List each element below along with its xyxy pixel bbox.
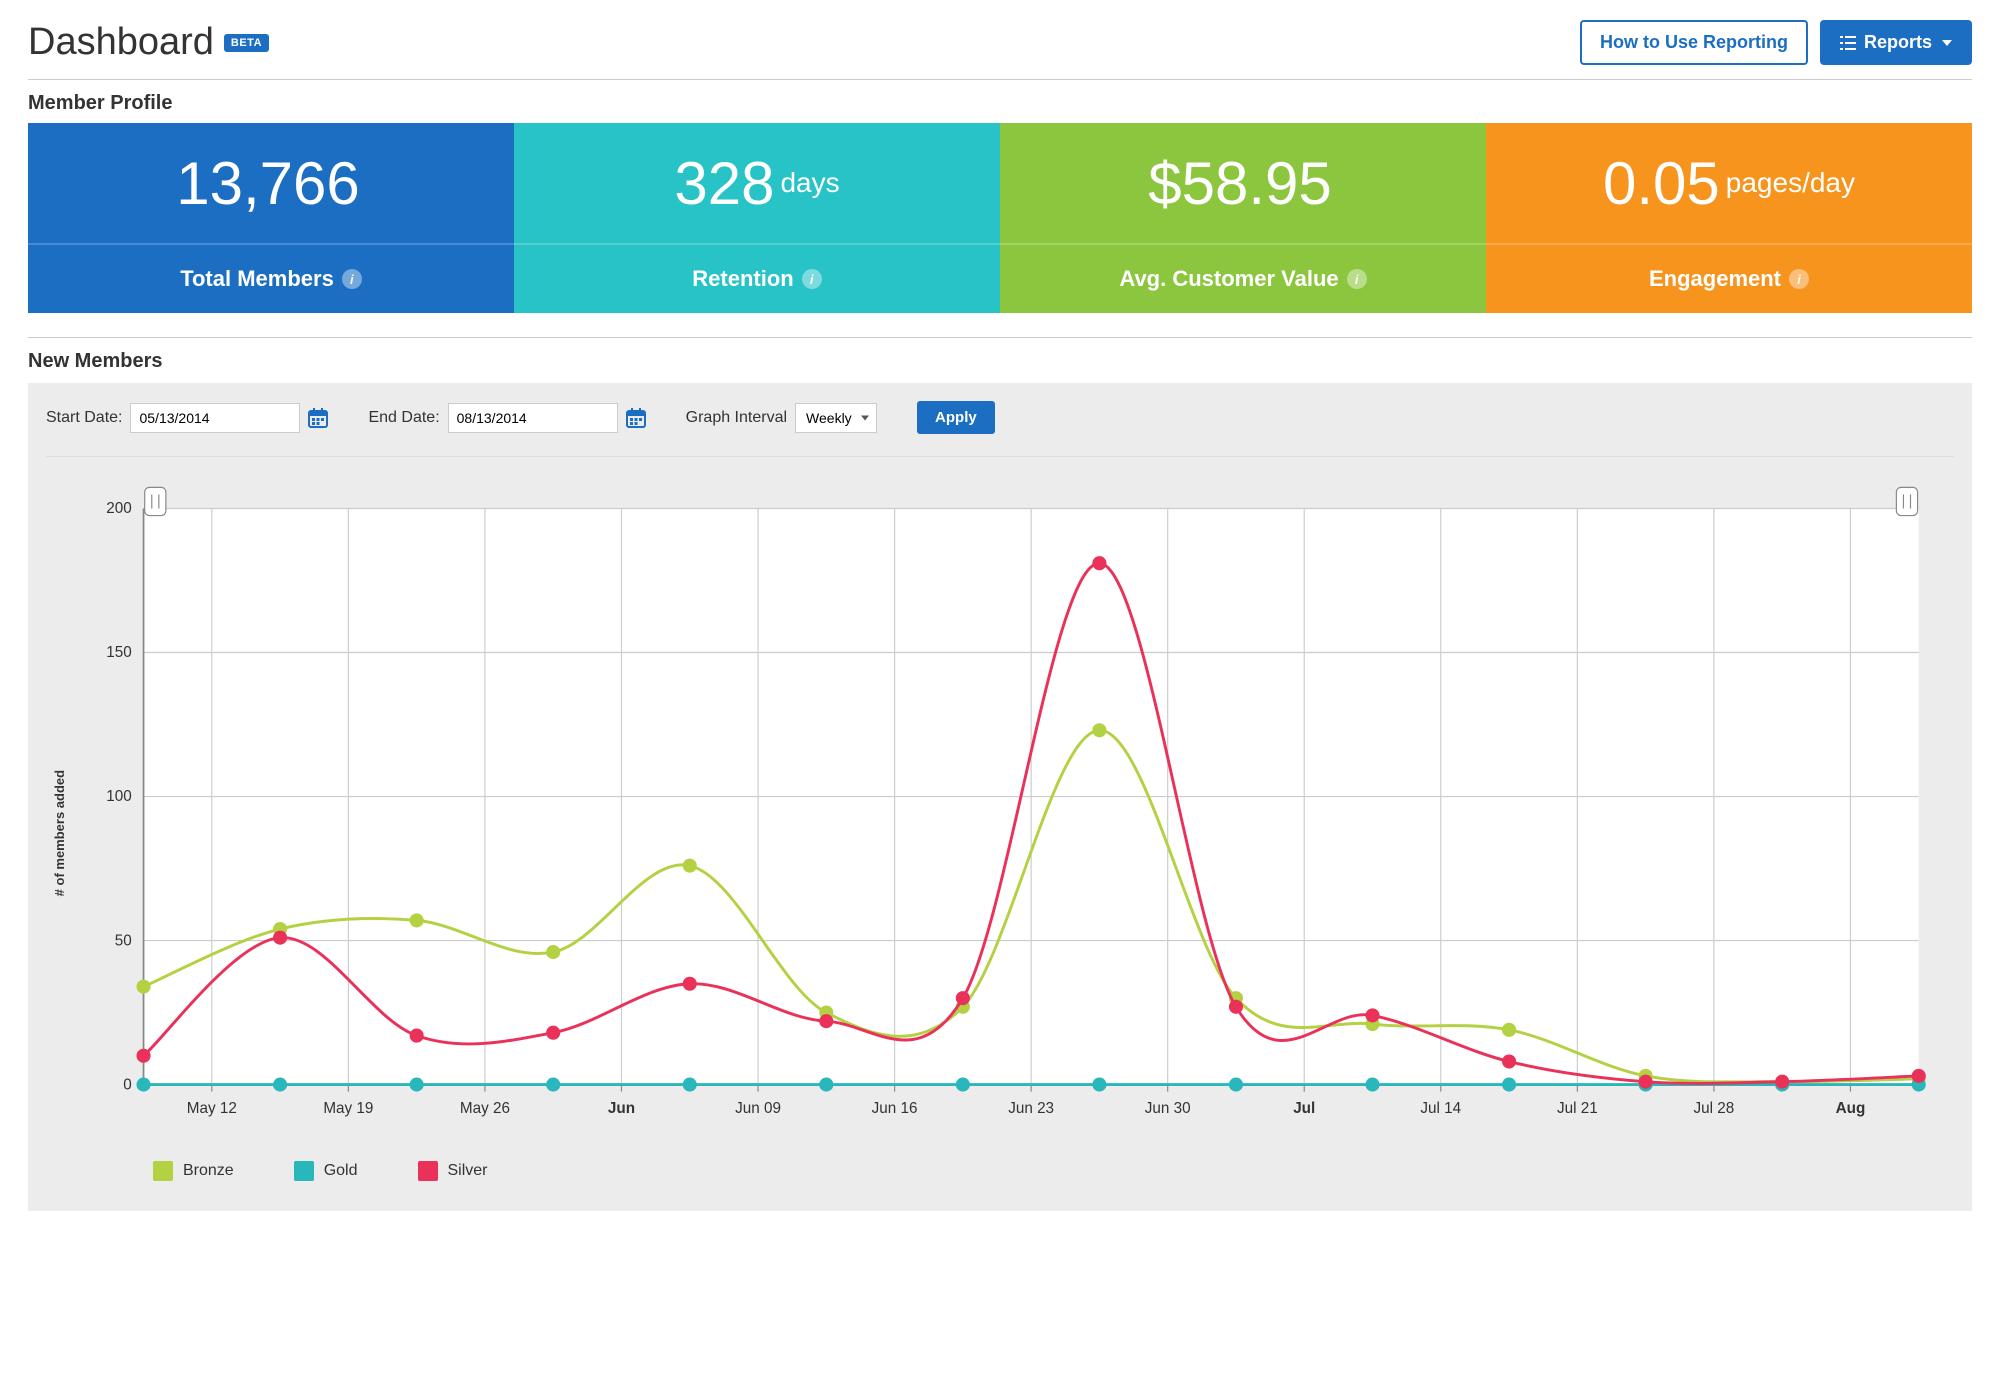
legend-label: Bronze — [183, 1162, 234, 1180]
svg-text:May 26: May 26 — [460, 1100, 510, 1117]
filter-panel: Start Date: End Date: Graph Interval Wee… — [28, 383, 1972, 1211]
start-date-group: Start Date: — [46, 403, 328, 433]
tile-label: Avg. Customer Value — [1119, 266, 1338, 292]
svg-text:0: 0 — [123, 1076, 131, 1093]
chart-area: 0 50 100 150 200 May 12 May 19 May 26 Jun Jun 09 J… — [73, 485, 1954, 1181]
tile-label: Total Members — [180, 266, 334, 292]
info-icon[interactable]: i — [1789, 269, 1809, 289]
graph-interval-label: Graph Interval — [686, 409, 787, 427]
tile-label-row: Engagement i — [1486, 243, 1972, 313]
tile-value: $58.95 — [1000, 123, 1486, 243]
end-date-label: End Date: — [368, 409, 439, 427]
legend-swatch — [153, 1161, 173, 1181]
svg-text:Jun 30: Jun 30 — [1145, 1100, 1191, 1117]
chart-y-axis-label: # of members added — [46, 485, 73, 1181]
page-header: Dashboard BETA How to Use Reporting Repo… — [28, 20, 1972, 65]
tile-value: 13,766 — [28, 123, 514, 243]
calendar-icon[interactable] — [308, 408, 328, 428]
legend-swatch — [294, 1161, 314, 1181]
svg-text:May 12: May 12 — [187, 1100, 237, 1117]
calendar-icon[interactable] — [626, 408, 646, 428]
svg-text:Jun 09: Jun 09 — [735, 1100, 781, 1117]
legend-swatch — [418, 1161, 438, 1181]
zoom-handle-icon[interactable] — [145, 487, 166, 515]
new-members-chart[interactable]: 0 50 100 150 200 May 12 May 19 May 26 Jun Jun 09 J… — [73, 485, 1954, 1143]
page-title: Dashboard — [28, 21, 214, 64]
svg-text:Jul 21: Jul 21 — [1557, 1100, 1598, 1117]
caret-down-icon — [1942, 40, 1952, 46]
tile-value-text: 13,766 — [176, 149, 360, 218]
svg-text:Aug: Aug — [1836, 1100, 1866, 1117]
legend-item-bronze[interactable]: Bronze — [153, 1161, 234, 1181]
tile-total-members[interactable]: 13,766 Total Members i — [28, 123, 514, 313]
legend-label: Silver — [448, 1162, 488, 1180]
tile-value: 328 days — [514, 123, 1000, 243]
member-profile-tiles: 13,766 Total Members i 328 days Retentio… — [28, 123, 1972, 313]
info-icon[interactable]: i — [1347, 269, 1367, 289]
svg-text:May 19: May 19 — [323, 1100, 373, 1117]
tile-value-text: 0.05 — [1603, 149, 1720, 218]
tile-unit: days — [780, 167, 839, 199]
svg-text:Jun: Jun — [608, 1100, 635, 1117]
member-profile-heading: Member Profile — [28, 92, 1972, 115]
title-wrap: Dashboard BETA — [28, 21, 269, 64]
tile-value-text: 328 — [674, 149, 774, 218]
tile-unit: pages/day — [1726, 167, 1855, 199]
svg-text:Jul 28: Jul 28 — [1694, 1100, 1735, 1117]
tile-value-text: $58.95 — [1148, 149, 1332, 218]
how-to-label: How to Use Reporting — [1600, 32, 1788, 53]
tile-label: Retention — [692, 266, 793, 292]
svg-text:100: 100 — [106, 788, 131, 805]
tile-label-row: Retention i — [514, 243, 1000, 313]
tile-label-row: Avg. Customer Value i — [1000, 243, 1486, 313]
apply-label: Apply — [935, 409, 977, 426]
reports-label: Reports — [1864, 32, 1932, 53]
end-date-group: End Date: — [368, 403, 645, 433]
legend-item-silver[interactable]: Silver — [418, 1161, 488, 1181]
select-wrap: Weekly — [795, 403, 877, 433]
svg-text:150: 150 — [106, 644, 131, 661]
legend-item-gold[interactable]: Gold — [294, 1161, 358, 1181]
beta-badge: BETA — [224, 34, 269, 52]
info-icon[interactable]: i — [802, 269, 822, 289]
chart-legend: Bronze Gold Silver — [73, 1143, 1954, 1181]
divider — [28, 79, 1972, 80]
reports-menu-button[interactable]: Reports — [1820, 20, 1972, 65]
info-icon[interactable]: i — [342, 269, 362, 289]
divider — [28, 337, 1972, 338]
how-to-use-reporting-button[interactable]: How to Use Reporting — [1580, 20, 1808, 65]
start-date-label: Start Date: — [46, 409, 122, 427]
new-members-heading: New Members — [28, 350, 1972, 373]
svg-text:Jul 14: Jul 14 — [1420, 1100, 1461, 1117]
header-buttons: How to Use Reporting Reports — [1580, 20, 1972, 65]
tile-retention[interactable]: 328 days Retention i — [514, 123, 1000, 313]
legend-label: Gold — [324, 1162, 358, 1180]
svg-text:Jun 16: Jun 16 — [872, 1100, 918, 1117]
graph-interval-group: Graph Interval Weekly — [686, 403, 877, 433]
graph-interval-select[interactable]: Weekly — [795, 403, 877, 433]
svg-text:Jun 23: Jun 23 — [1008, 1100, 1054, 1117]
apply-button[interactable]: Apply — [917, 401, 995, 434]
svg-text:200: 200 — [106, 500, 131, 517]
tile-label-row: Total Members i — [28, 243, 514, 313]
zoom-handle-icon[interactable] — [1896, 487, 1917, 515]
end-date-input[interactable] — [448, 403, 618, 433]
list-icon — [1840, 36, 1856, 50]
tile-label: Engagement — [1649, 266, 1781, 292]
svg-text:Jul: Jul — [1293, 1100, 1315, 1117]
tile-value: 0.05 pages/day — [1486, 123, 1972, 243]
filter-row: Start Date: End Date: Graph Interval Wee… — [46, 401, 1954, 457]
svg-text:50: 50 — [115, 932, 132, 949]
start-date-input[interactable] — [130, 403, 300, 433]
chart-wrap: # of members added 0 50 100 150 200 May 12 May… — [46, 485, 1954, 1181]
tile-avg-customer-value[interactable]: $58.95 Avg. Customer Value i — [1000, 123, 1486, 313]
tile-engagement[interactable]: 0.05 pages/day Engagement i — [1486, 123, 1972, 313]
